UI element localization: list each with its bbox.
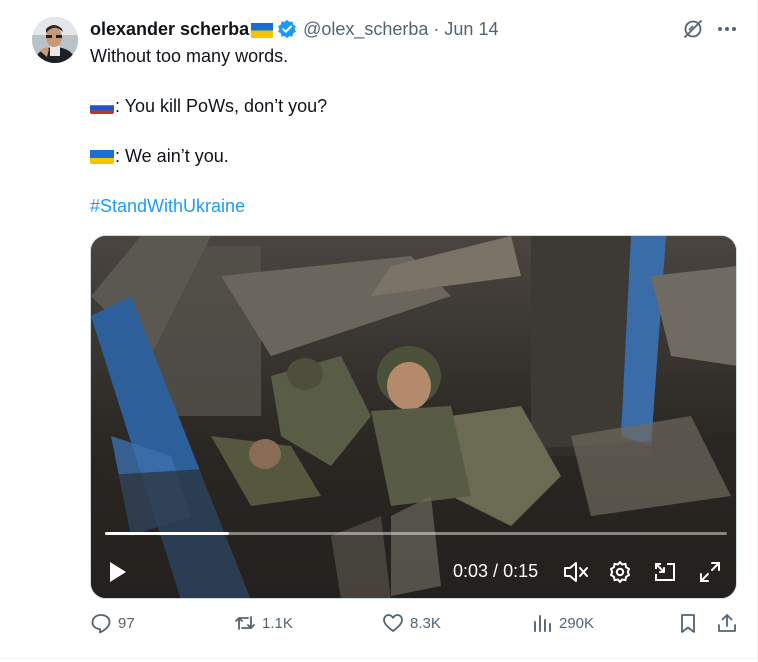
tweet: olexander scherba @olex_scherba · Jun 14…: [0, 0, 758, 662]
video-current-time: 0:03: [453, 561, 489, 581]
mute-icon[interactable]: [563, 560, 589, 584]
share-button[interactable]: [716, 612, 738, 634]
pip-icon[interactable]: [653, 560, 677, 584]
share-icon: [718, 614, 736, 632]
fullscreen-icon[interactable]: [698, 560, 722, 584]
bookmark-button[interactable]: [677, 612, 699, 634]
divider: [0, 658, 758, 659]
views-button[interactable]: 290K: [531, 612, 594, 634]
video-duration: 0:15: [503, 561, 539, 581]
video-progress-track[interactable]: [105, 532, 727, 535]
tweet-date[interactable]: Jun 14: [444, 19, 498, 40]
avatar[interactable]: [32, 17, 78, 63]
hashtag-link[interactable]: #StandWithUkraine: [90, 194, 245, 218]
views-chart-icon: [534, 615, 551, 632]
video-time-separator: /: [488, 561, 504, 581]
repost-icon: [235, 616, 255, 630]
repost-button[interactable]: 1.1K: [234, 612, 293, 634]
tweet-header: olexander scherba @olex_scherba · Jun 14: [90, 17, 498, 41]
reply-count: 97: [118, 614, 135, 632]
video-player[interactable]: 0:03 / 0:15: [90, 235, 737, 599]
tweet-text-line-3-content: : We ain’t you.: [115, 146, 229, 166]
settings-icon[interactable]: [608, 560, 632, 584]
tweet-text-line-2: : You kill PoWs, don’t you?: [90, 94, 327, 118]
verified-badge-icon[interactable]: [277, 19, 297, 39]
views-count: 290K: [559, 614, 595, 632]
reply-icon: [91, 614, 111, 634]
more-options-icon[interactable]: [716, 18, 738, 40]
tweet-text-line-2-content: : You kill PoWs, don’t you?: [115, 96, 328, 116]
like-button[interactable]: 8.3K: [382, 612, 441, 634]
ukraine-flag-icon: [251, 22, 274, 38]
bookmark-icon: [681, 614, 695, 633]
separator-dot: ·: [433, 18, 440, 39]
author-handle[interactable]: @olex_scherba: [303, 19, 428, 40]
video-progress-fill: [105, 532, 230, 535]
repost-count: 1.1K: [262, 614, 293, 632]
video-frame: [91, 236, 736, 598]
play-icon[interactable]: [107, 560, 129, 584]
ukraine-flag-icon: [90, 148, 114, 164]
like-count: 8.3K: [410, 614, 441, 632]
author-name[interactable]: olexander scherba: [90, 19, 249, 40]
russia-flag-icon: [90, 98, 114, 114]
tweet-text-line-1: Without too many words.: [90, 46, 289, 66]
tweet-text-line-3: : We ain’t you.: [90, 144, 229, 168]
reply-button[interactable]: 97: [90, 612, 135, 634]
video-time: 0:03 / 0:15: [453, 561, 538, 582]
grok-icon[interactable]: [682, 18, 704, 40]
heart-icon: [383, 614, 403, 632]
tweet-actions: 97 1.1K 8.3K 290K: [90, 612, 740, 642]
